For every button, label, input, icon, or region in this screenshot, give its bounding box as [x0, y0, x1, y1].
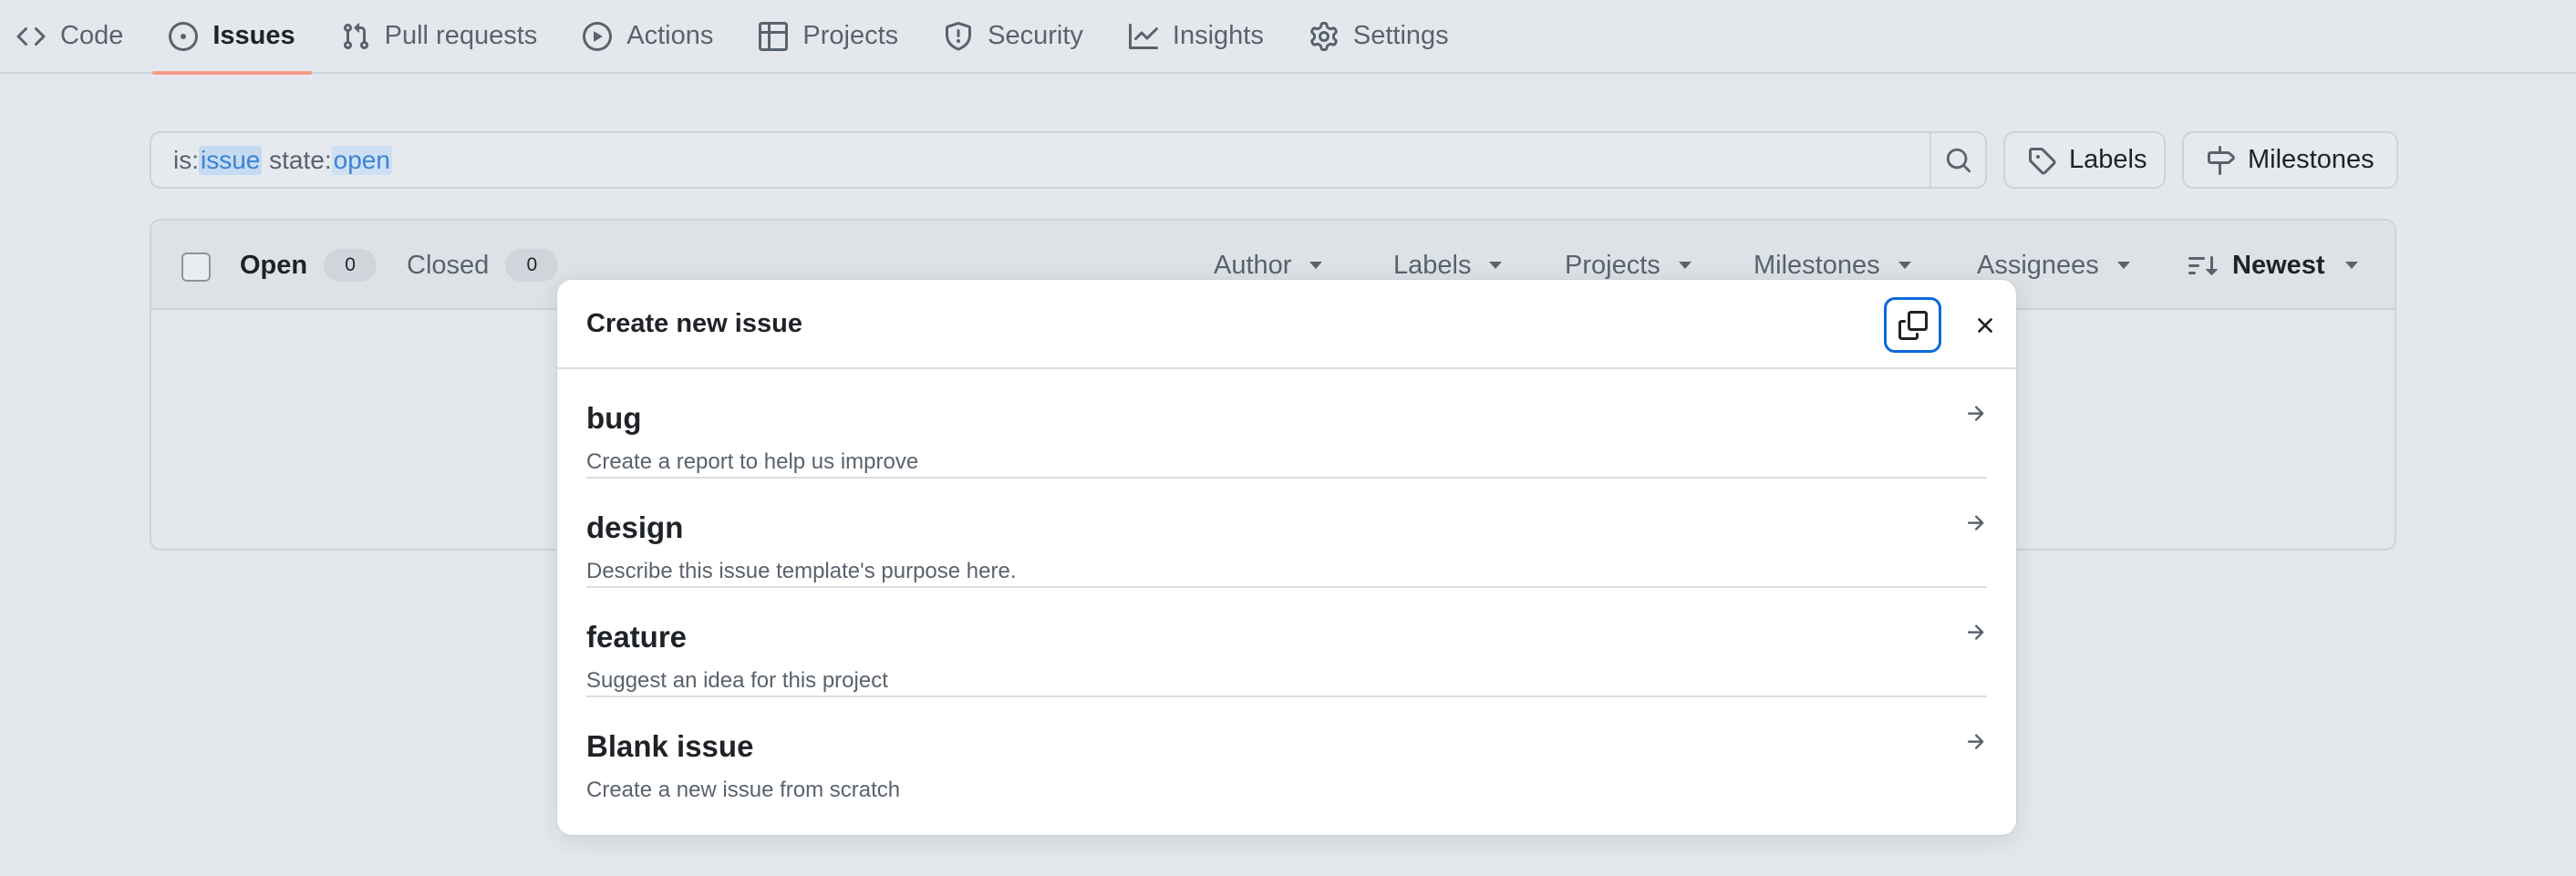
dialog-header: Create new issue — [557, 280, 2016, 369]
triangle-down-icon — [1489, 262, 1503, 269]
author-filter-label: Author — [1214, 250, 1292, 280]
projects-filter-label: Projects — [1565, 250, 1660, 280]
gear-icon — [1309, 21, 1339, 51]
open-issues-tab[interactable]: Open 0 — [240, 245, 378, 285]
milestones-filter-label: Milestones — [1754, 250, 1880, 280]
triangle-down-icon — [1309, 262, 1323, 269]
search-token-value: open — [331, 145, 392, 175]
template-option-blank-issue[interactable]: Blank issue Create a new issue from scra… — [586, 697, 1987, 807]
repo-nav: Code Issues Pull requests Actions Projec… — [0, 0, 2576, 75]
triangle-down-icon — [2344, 262, 2358, 269]
create-issue-dialog: Create new issue bug Create a report to … — [557, 280, 2016, 835]
template-option-feature[interactable]: feature Suggest an idea for this project — [586, 588, 1987, 697]
shield-icon — [944, 21, 973, 51]
template-name: Blank issue — [586, 729, 754, 763]
arrow-right-icon — [1963, 402, 1987, 426]
issue-search-input[interactable]: is: issue state: open — [150, 131, 1931, 189]
tab-label: Issues — [212, 21, 295, 50]
copy-icon — [1898, 310, 1928, 340]
template-name: bug — [586, 401, 642, 435]
tab-label: Insights — [1172, 21, 1264, 50]
copy-button[interactable] — [1884, 297, 1941, 353]
close-icon — [1972, 313, 1998, 338]
table-icon — [759, 21, 789, 51]
tab-code[interactable]: Code — [16, 0, 140, 73]
search-button[interactable] — [1929, 131, 1987, 189]
play-icon — [583, 21, 613, 51]
template-description: Create a new issue from scratch — [586, 778, 901, 802]
tab-label: Settings — [1352, 21, 1449, 50]
issue-opened-icon — [169, 21, 199, 51]
tab-settings[interactable]: Settings — [1293, 0, 1465, 73]
closed-label: Closed — [407, 250, 490, 280]
triangle-down-icon — [1678, 262, 1691, 269]
tab-pull-requests[interactable]: Pull requests — [325, 0, 554, 73]
tab-projects[interactable]: Projects — [742, 0, 915, 73]
milestones-button-label: Milestones — [2248, 145, 2374, 174]
tab-label: Pull requests — [384, 21, 538, 50]
open-label: Open — [240, 250, 308, 280]
closed-issues-tab[interactable]: Closed 0 — [407, 245, 559, 285]
template-description: Describe this issue template's purpose h… — [586, 559, 1017, 583]
labels-filter-label: Labels — [1393, 250, 1472, 280]
tab-actions[interactable]: Actions — [566, 0, 729, 73]
issue-template-list: bug Create a report to help us improve d… — [586, 369, 1987, 807]
template-option-bug[interactable]: bug Create a report to help us improve — [586, 369, 1987, 479]
milestones-button[interactable]: Milestones — [2182, 131, 2398, 189]
tab-label: Security — [988, 21, 1083, 50]
search-token-qualifier: is: — [173, 145, 199, 174]
select-all-checkbox[interactable] — [181, 252, 211, 282]
tab-security[interactable]: Security — [927, 0, 1100, 73]
search-token-qualifier: state: — [262, 145, 332, 174]
triangle-down-icon — [1898, 262, 1911, 269]
code-icon — [16, 22, 46, 51]
git-pull-request-icon — [341, 22, 370, 51]
tag-icon — [2027, 146, 2056, 175]
tab-label: Projects — [802, 21, 899, 50]
labels-button[interactable]: Labels — [2003, 131, 2166, 189]
tab-insights[interactable]: Insights — [1112, 0, 1280, 73]
sort-desc-icon — [2188, 251, 2218, 280]
arrow-right-icon — [1963, 511, 1987, 535]
tab-issues[interactable]: Issues — [152, 0, 312, 75]
tab-label: Code — [60, 21, 124, 50]
tab-label: Actions — [626, 21, 714, 50]
milestone-icon — [2206, 145, 2235, 175]
open-count-badge: 0 — [324, 249, 378, 282]
template-option-design[interactable]: design Describe this issue template's pu… — [586, 479, 1987, 588]
template-name: feature — [586, 620, 688, 654]
labels-button-label: Labels — [2069, 145, 2147, 174]
dialog-title: Create new issue — [586, 309, 802, 338]
closed-count-badge: 0 — [505, 249, 559, 282]
sort-label: Newest — [2232, 250, 2325, 280]
arrow-right-icon — [1963, 621, 1987, 644]
graph-icon — [1128, 22, 1158, 51]
triangle-down-icon — [2116, 262, 2130, 269]
arrow-right-icon — [1963, 730, 1987, 754]
search-icon — [1945, 147, 1972, 174]
template-description: Create a report to help us improve — [586, 449, 919, 474]
assignees-filter-label: Assignees — [1977, 250, 2099, 280]
search-token-value: issue — [199, 145, 263, 175]
close-button[interactable] — [1957, 297, 2012, 353]
sort-dropdown[interactable]: Newest — [2188, 245, 2358, 285]
template-name: design — [586, 510, 684, 544]
issue-search-row: is: issue state: open Labels Milestones — [150, 131, 2398, 189]
template-description: Suggest an idea for this project — [586, 668, 888, 693]
